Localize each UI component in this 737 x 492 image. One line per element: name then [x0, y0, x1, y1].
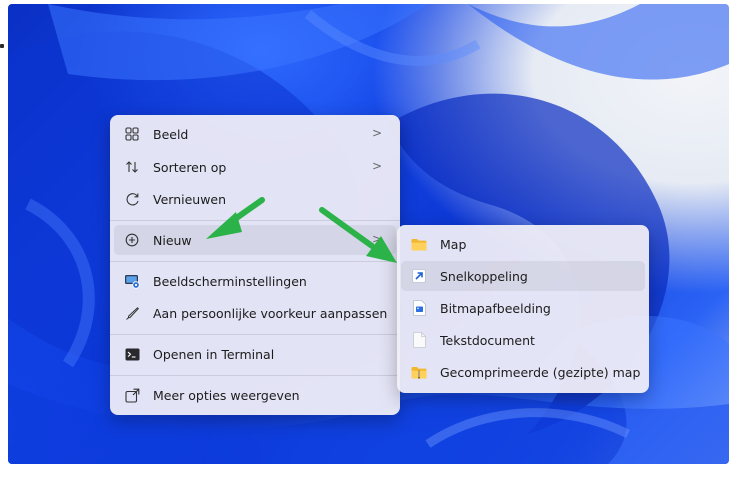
chevron-right-icon: >: [371, 232, 382, 246]
grid-icon: [124, 126, 140, 142]
shortcut-icon: [411, 268, 427, 284]
menu-item-label: Map: [440, 236, 467, 252]
menu-item-beeldscherminstellingen[interactable]: Beeldscherminstellingen: [114, 266, 396, 296]
menu-item-openen-in-terminal[interactable]: Openen in Terminal: [114, 339, 396, 369]
bitmap-file-icon: [411, 300, 427, 316]
edge-mark: [0, 44, 4, 48]
text-document-icon: [411, 332, 427, 348]
new-plus-icon: [124, 232, 140, 248]
menu-item-sorteren-op[interactable]: Sorteren op >: [114, 152, 396, 182]
menu-item-label: Tekstdocument: [440, 332, 535, 348]
submenu-item-tekstdocument[interactable]: Tekstdocument: [401, 325, 645, 355]
menu-item-label: Nieuw: [153, 232, 192, 248]
chevron-right-icon: >: [371, 126, 382, 140]
brush-icon: [124, 305, 140, 321]
submenu-item-bitmapafbeelding[interactable]: Bitmapafbeelding: [401, 293, 645, 323]
chevron-right-icon: >: [371, 159, 382, 173]
submenu-item-map[interactable]: Map: [401, 229, 645, 259]
menu-item-label: Beeldscherminstellingen: [153, 273, 307, 289]
folder-icon: [411, 236, 427, 252]
menu-separator: [110, 375, 400, 376]
menu-separator: [110, 334, 400, 335]
sort-icon: [124, 159, 140, 175]
menu-item-beeld[interactable]: Beeld >: [114, 119, 396, 149]
display-settings-icon: [124, 273, 140, 289]
menu-item-vernieuwen[interactable]: Vernieuwen: [114, 184, 396, 214]
desktop-context-menu: Beeld > Sorteren op > Vernieuwen Nieuw >: [110, 115, 400, 415]
menu-item-label: Gecomprimeerde (gezipte) map: [440, 364, 641, 380]
menu-item-label: Vernieuwen: [153, 191, 227, 207]
menu-item-label: Snelkoppeling: [440, 268, 528, 284]
menu-item-label: Bitmapafbeelding: [440, 300, 551, 316]
refresh-icon: [124, 191, 140, 207]
menu-item-label: Beeld: [153, 126, 189, 142]
menu-separator: [110, 261, 400, 262]
menu-separator: [110, 220, 400, 221]
screenshot-stage: Beeld > Sorteren op > Vernieuwen Nieuw >: [0, 0, 737, 492]
menu-item-persoonlijke-voorkeur[interactable]: Aan persoonlijke voorkeur aanpassen: [114, 298, 396, 328]
submenu-item-gecomprimeerde-map[interactable]: Gecomprimeerde (gezipte) map: [401, 357, 645, 387]
more-options-icon: [124, 387, 140, 403]
new-submenu: Map Snelkoppeling Bitmapafbeelding Tekst…: [397, 225, 649, 393]
menu-item-nieuw[interactable]: Nieuw >: [114, 225, 396, 255]
menu-item-label: Meer opties weergeven: [153, 387, 300, 403]
zip-folder-icon: [411, 364, 427, 380]
menu-item-meer-opties[interactable]: Meer opties weergeven: [114, 380, 396, 410]
submenu-item-snelkoppeling[interactable]: Snelkoppeling: [401, 261, 645, 291]
menu-item-label: Openen in Terminal: [153, 346, 275, 362]
terminal-icon: [124, 346, 140, 362]
menu-item-label: Sorteren op: [153, 159, 227, 175]
menu-item-label: Aan persoonlijke voorkeur aanpassen: [153, 305, 388, 321]
